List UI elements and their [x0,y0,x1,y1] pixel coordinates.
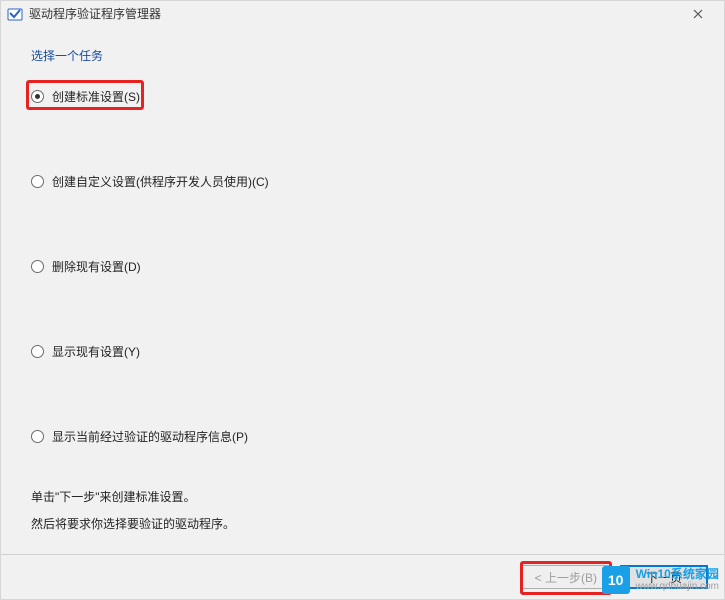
radio-icon [31,430,44,443]
radio-icon [31,90,44,103]
window: 驱动程序验证程序管理器 选择一个任务 创建标准设置(S) 创建自定义设置(供程序… [0,0,725,600]
close-button[interactable] [678,2,718,26]
radio-icon [31,345,44,358]
app-icon [7,6,23,22]
window-title: 驱动程序验证程序管理器 [29,5,678,22]
help-line-2: 然后将要求你选择要验证的驱动程序。 [31,514,694,536]
radio-option-custom[interactable]: 创建自定义设置(供程序开发人员使用)(C) [31,169,694,194]
radio-label: 显示当前经过验证的驱动程序信息(P) [52,428,248,445]
task-prompt: 选择一个任务 [31,47,694,64]
radio-label: 删除现有设置(D) [52,258,141,275]
radio-option-info[interactable]: 显示当前经过验证的驱动程序信息(P) [31,424,694,449]
radio-icon [31,260,44,273]
radio-option-show[interactable]: 显示现有设置(Y) [31,339,694,364]
back-button: < 上一步(B) [520,565,612,589]
radio-group: 创建标准设置(S) 创建自定义设置(供程序开发人员使用)(C) 删除现有设置(D… [31,84,694,542]
radio-icon [31,175,44,188]
radio-label: 创建标准设置(S) [52,88,140,105]
help-line-1: 单击"下一步"来创建标准设置。 [31,487,694,509]
close-icon [693,9,703,19]
radio-label: 创建自定义设置(供程序开发人员使用)(C) [52,173,269,190]
radio-option-delete[interactable]: 删除现有设置(D) [31,254,694,279]
radio-label: 显示现有设置(Y) [52,343,140,360]
help-text: 单击"下一步"来创建标准设置。 然后将要求你选择要验证的驱动程序。 [31,487,694,542]
radio-option-standard[interactable]: 创建标准设置(S) [31,84,694,109]
next-button[interactable]: 下一页 [620,565,708,589]
titlebar: 驱动程序验证程序管理器 [1,1,724,27]
content: 选择一个任务 创建标准设置(S) 创建自定义设置(供程序开发人员使用)(C) 删… [1,27,724,554]
footer: < 上一步(B) 下一页 [1,554,724,599]
